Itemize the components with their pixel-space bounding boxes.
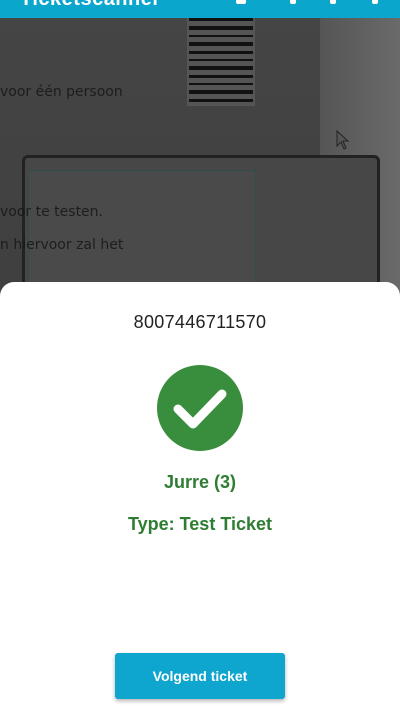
scan-result-sheet: 8007446711570 Jurre (3) Type: Test Ticke… [0,282,400,722]
app-title: Ticketscanner [20,0,161,11]
ticket-holder-name: Jurre (3) [163,472,237,492]
ticket-code: 8007446711570 [133,312,267,332]
camera-preview: voor één persoon voor te testen. n hierv… [0,18,400,318]
flash-icon[interactable] [236,0,246,4]
camera-text-line: n hiervoor zal het [0,237,124,253]
ticket-type: Type: Test Ticket [127,514,273,534]
barcode-image [187,18,255,106]
app-bar: Ticketscanner [0,0,400,18]
camera-text-line: voor te testen. [0,204,103,220]
next-ticket-button[interactable]: Volgend ticket [115,653,285,699]
cursor-icon [336,130,350,150]
camera-text-line: voor één persoon [0,84,123,100]
more-icon[interactable] [372,0,378,4]
camera-switch-icon[interactable] [290,0,296,4]
check-circle-icon [157,365,243,451]
history-icon[interactable] [330,0,336,4]
